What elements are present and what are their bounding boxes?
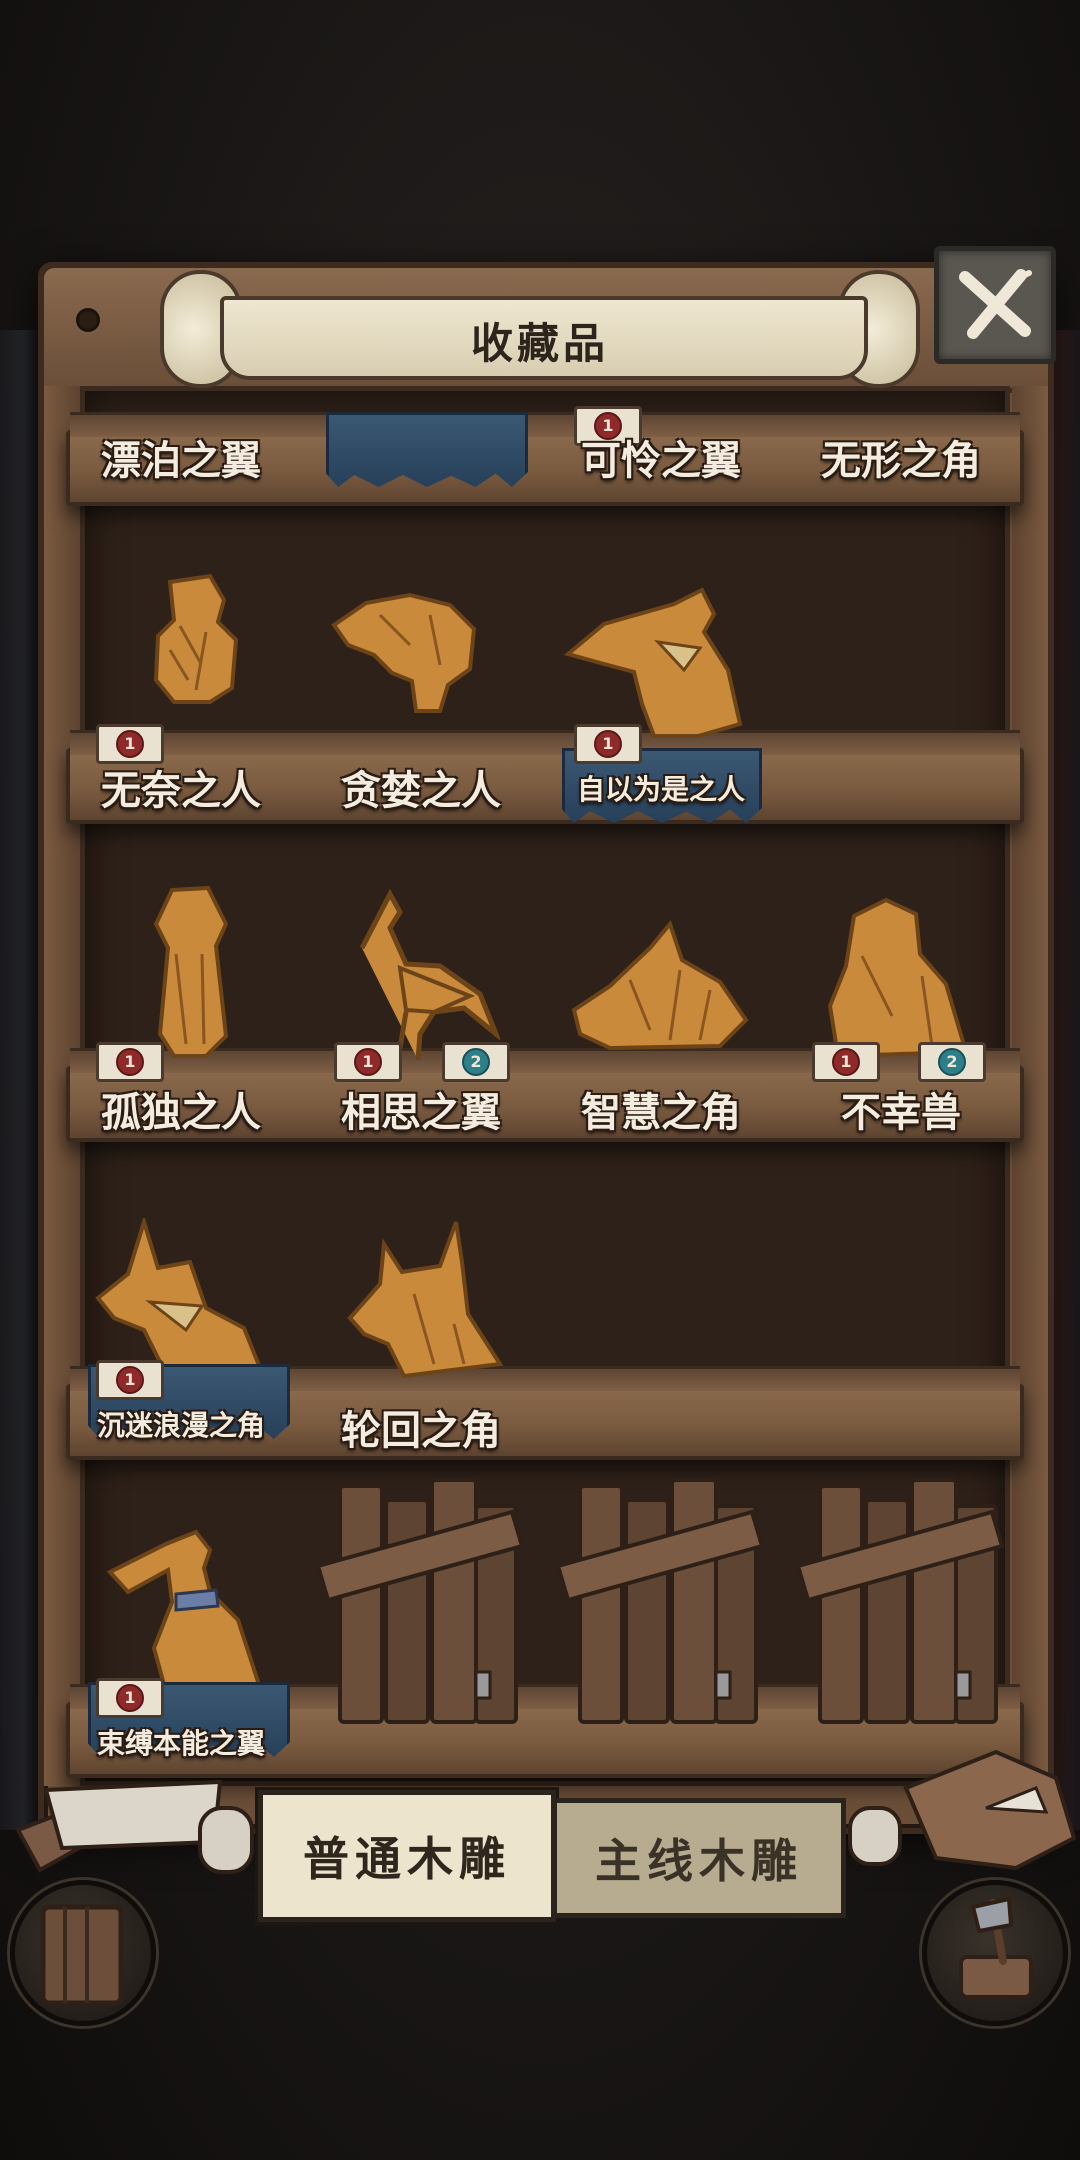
boarded-lock-icon[interactable]	[556, 1476, 766, 1726]
seal-badge: 2	[938, 1048, 966, 1076]
wood-carving-figure	[153, 573, 239, 704]
collectible-label: 不幸兽	[841, 1089, 961, 1136]
version-plaque: 2	[918, 1042, 986, 1082]
collectible-label: 自以为是之人	[576, 773, 745, 806]
wood-carving-figure	[571, 920, 749, 1051]
seal-badge: 1	[116, 1366, 144, 1394]
version-plaque: 2	[442, 1042, 510, 1082]
axe-icon	[959, 1896, 1033, 1999]
seal-badge: 1	[832, 1048, 860, 1076]
wood-carving-figure	[153, 885, 229, 1058]
seal-badge: 1	[116, 1048, 144, 1076]
page-title: 收藏品	[470, 319, 609, 368]
collectible-label: 束缚本能之翼	[96, 1727, 265, 1760]
collectible-label: 可怜之翼	[581, 437, 741, 484]
seal-badge: 2	[462, 1048, 490, 1076]
version-plaque: 1	[574, 724, 642, 764]
wood-carving-figure	[331, 592, 477, 713]
collectible-label: 沉迷浪漫之角	[96, 1409, 265, 1442]
collectible-label: 贪婪之人	[341, 767, 501, 814]
boarded-lock-icon[interactable]	[796, 1476, 1006, 1726]
wood-carving-figure	[827, 897, 969, 1059]
seal-badge: 1	[594, 730, 622, 758]
boarded-lock-icon[interactable]	[316, 1476, 526, 1726]
collectible-label: 相思之翼	[341, 1089, 501, 1136]
collectible-label: 轮回之角	[341, 1407, 501, 1454]
collectible-label: 孤独之人	[101, 1089, 261, 1136]
seal-badge: 1	[116, 730, 144, 758]
background-curtain-left	[0, 330, 40, 1830]
wood-carving-figure	[564, 587, 743, 738]
wood-carving-figure	[347, 1221, 504, 1379]
collectible-label: 智慧之角	[581, 1089, 741, 1136]
wood-carving-figure	[95, 1218, 263, 1373]
paper-stack-icon	[848, 1749, 1076, 1871]
seal-badge: 1	[116, 1684, 144, 1712]
paper-stack-icon	[15, 1779, 254, 1874]
tab-normal-carvings[interactable]: 普通木雕	[258, 1790, 556, 1922]
door-icon	[40, 1904, 124, 2006]
collectible-label: 漂泊之翼	[101, 437, 261, 484]
door-button[interactable]	[10, 1880, 156, 2026]
tab-main-carvings[interactable]: 主线木雕	[552, 1798, 846, 1918]
version-plaque: 1	[96, 1360, 164, 1400]
title-scroll: 收藏品	[160, 262, 920, 392]
version-plaque: 1	[334, 1042, 402, 1082]
close-icon	[959, 269, 1032, 339]
version-plaque: 1	[96, 1042, 164, 1082]
seal-badge: 1	[354, 1048, 382, 1076]
collectible-label: 无奈之人	[101, 767, 261, 814]
bolt-icon	[76, 308, 100, 332]
wood-carving-figure	[360, 888, 500, 1061]
version-plaque: 1	[96, 1678, 164, 1718]
close-button[interactable]	[934, 246, 1056, 364]
chop-wood-button[interactable]	[922, 1880, 1068, 2026]
collectible-label: 无形之角	[821, 437, 981, 484]
wood-carving-figure	[106, 1529, 263, 1695]
version-plaque: 1	[812, 1042, 880, 1082]
